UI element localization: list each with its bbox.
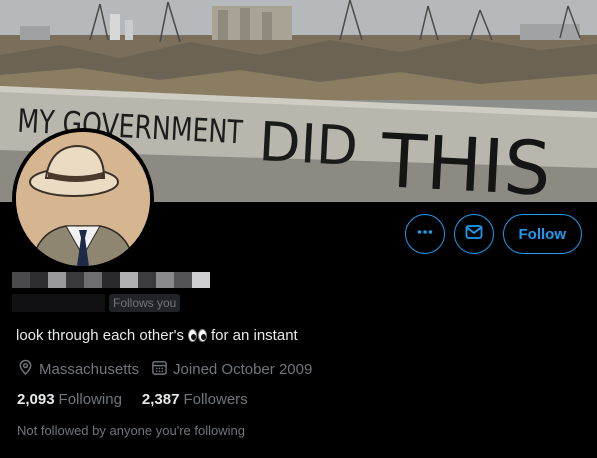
envelope-icon xyxy=(464,222,484,247)
following-label: Following xyxy=(58,391,122,408)
profile-actions: Follow xyxy=(404,214,582,254)
display-name-redacted xyxy=(12,272,210,288)
handle-redacted xyxy=(12,294,105,312)
joined-text: Joined October 2009 xyxy=(173,361,313,378)
followers-label: Followers xyxy=(183,391,248,408)
bio-text: look through each other's xyxy=(16,327,184,344)
mutual-followers-note: Not followed by anyone you're following xyxy=(17,423,245,438)
avatar-illustration xyxy=(16,132,150,266)
calendar-icon xyxy=(151,359,168,380)
profile-avatar[interactable] xyxy=(12,128,154,270)
more-dots-icon xyxy=(416,223,434,246)
location-item: Massachusetts xyxy=(17,359,139,380)
follow-button[interactable]: Follow xyxy=(502,214,582,254)
joined-item: Joined October 2009 xyxy=(151,359,312,380)
profile-meta: Massachusetts Joined October 2009 xyxy=(17,359,312,380)
followers-link[interactable]: 2,387 Followers xyxy=(142,391,248,408)
bio-suffix: for an instant xyxy=(210,327,298,344)
location-pin-icon xyxy=(17,359,34,380)
eyes-emoji xyxy=(187,329,207,342)
more-button[interactable] xyxy=(404,214,445,254)
profile-bio: look through each other's for an instant xyxy=(16,327,298,344)
svg-text:DID: DID xyxy=(257,110,359,178)
svg-text:THIS: THIS xyxy=(378,118,553,202)
following-link[interactable]: 2,093 Following xyxy=(17,391,122,408)
followers-count: 2,387 xyxy=(141,391,180,408)
message-button[interactable] xyxy=(453,214,494,254)
following-count: 2,093 xyxy=(17,391,55,408)
location-text: Massachusetts xyxy=(39,361,140,378)
follows-you-badge: Follows you xyxy=(109,294,181,312)
follow-stats: 2,093 Following 2,387 Followers xyxy=(17,391,248,408)
handle-row: Follows you xyxy=(12,294,181,312)
